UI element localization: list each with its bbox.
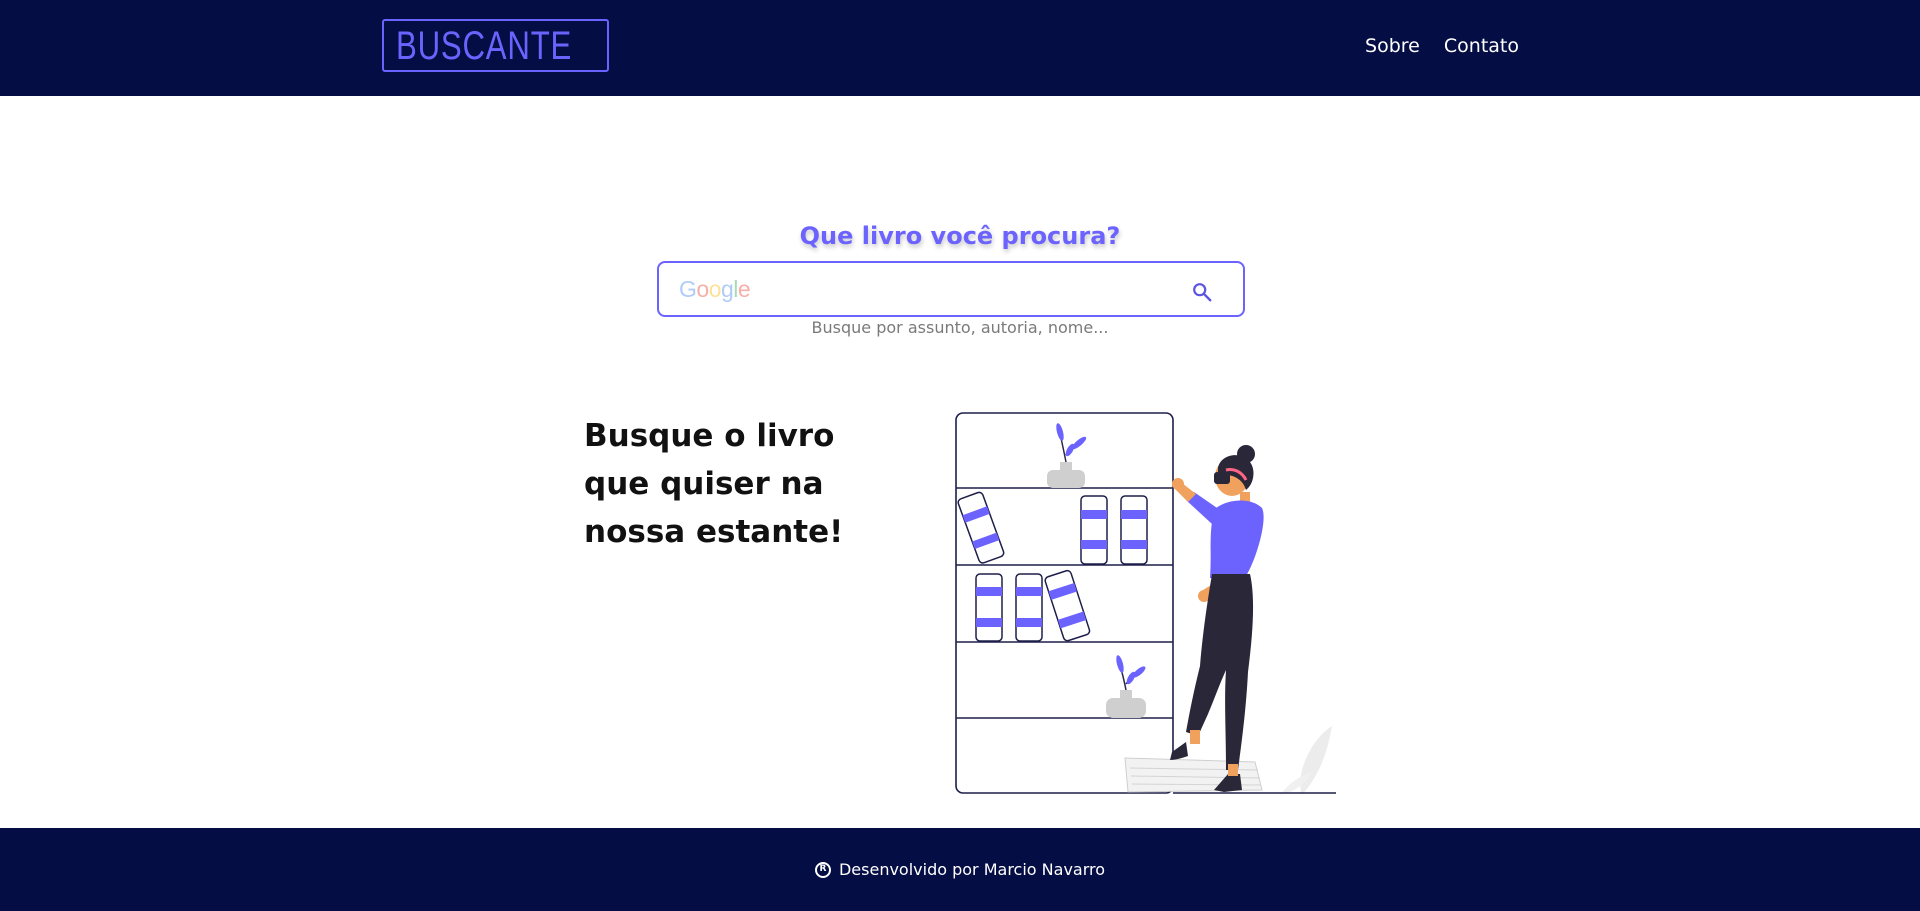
search-title: Que livro você procura? <box>799 222 1121 250</box>
logo[interactable]: BUSCANTE <box>382 19 609 72</box>
logo-text: BUSCANTE <box>396 23 573 68</box>
footer-text: Desenvolvido por Marcio Navarro <box>838 860 1106 879</box>
bookshelf-illustration <box>955 412 1336 795</box>
main-nav: Sobre Contato <box>1365 35 1519 57</box>
hero-line-1: Busque o livro <box>584 418 835 454</box>
search-hint: Busque por assunto, autoria, nome... <box>811 318 1109 337</box>
nav-link-sobre[interactable]: Sobre <box>1365 35 1420 57</box>
search-box: Google <box>657 261 1245 317</box>
hero-heading: Busque o livro que quiser na nossa estan… <box>584 412 884 556</box>
hero-line-2: que quiser na <box>584 466 824 502</box>
hero-line-3: nossa estante! <box>584 514 844 550</box>
nav-link-contato[interactable]: Contato <box>1444 35 1519 57</box>
search-icon[interactable] <box>1191 281 1213 303</box>
footer: R Desenvolvido por Marcio Navarro <box>0 828 1920 911</box>
registered-icon: R <box>814 861 831 878</box>
footer-credit: R Desenvolvido por Marcio Navarro <box>814 860 1106 879</box>
search-input[interactable] <box>659 263 1243 315</box>
header: BUSCANTE Sobre Contato <box>0 0 1920 96</box>
